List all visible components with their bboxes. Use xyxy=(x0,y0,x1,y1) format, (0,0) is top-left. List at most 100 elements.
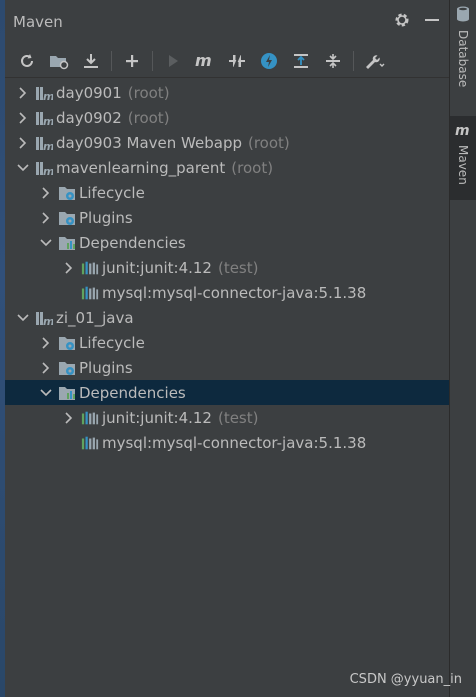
node-label: Dependencies xyxy=(79,233,186,252)
library-icon xyxy=(81,409,99,427)
chevron-right-icon[interactable] xyxy=(38,210,54,226)
toolbar-separator xyxy=(353,50,354,71)
maven-module-icon: m xyxy=(35,109,53,127)
node-label: Plugins xyxy=(79,358,133,377)
root-tag: (root) xyxy=(127,83,170,102)
project-name: day0903 Maven Webapp xyxy=(56,133,242,152)
svg-text:m: m xyxy=(43,115,53,127)
execute-goal-icon[interactable]: m xyxy=(191,47,219,75)
right-tool-stripe: Database m Maven xyxy=(450,0,476,697)
tree-row-lifecycle[interactable]: Lifecycle xyxy=(5,180,449,205)
toolbar-separator xyxy=(152,50,153,71)
tree-row-dependencies-selected[interactable]: Dependencies xyxy=(5,380,449,405)
project-name: day0902 xyxy=(56,108,122,127)
node-label: Lifecycle xyxy=(79,333,145,352)
tree-row-dependency[interactable]: mysql:mysql-connector-java:5.1.38 xyxy=(5,430,449,455)
toggle-offline-icon[interactable] xyxy=(223,47,251,75)
lifecycle-folder-icon xyxy=(58,334,76,352)
tab-database-label: Database xyxy=(456,30,470,88)
svg-text:m: m xyxy=(43,315,53,327)
node-label: Lifecycle xyxy=(79,183,145,202)
svg-text:m: m xyxy=(43,90,53,102)
svg-text:m: m xyxy=(43,165,53,177)
collapse-all-icon[interactable] xyxy=(319,47,347,75)
svg-text:m: m xyxy=(43,140,53,152)
download-icon[interactable] xyxy=(77,47,105,75)
gear-icon[interactable] xyxy=(393,11,411,33)
node-label: Plugins xyxy=(79,208,133,227)
tree-row-mavenlearning-parent[interactable]: m mavenlearning_parent (root) xyxy=(5,155,449,180)
chevron-right-icon[interactable] xyxy=(61,260,77,276)
panel-header: Maven xyxy=(5,0,449,44)
tree-row-lifecycle[interactable]: Lifecycle xyxy=(5,330,449,355)
maven-module-icon: m xyxy=(35,134,53,152)
library-icon xyxy=(81,259,99,277)
root-tag: (root) xyxy=(231,158,274,177)
tree-row-dependencies[interactable]: Dependencies xyxy=(5,230,449,255)
maven-tool-window: Maven m day0901 (root) day0902 (root) da… xyxy=(0,0,476,697)
svg-text:m: m xyxy=(455,123,470,137)
maven-icon: m xyxy=(455,122,471,141)
dependency-name: mysql:mysql-connector-java:5.1.38 xyxy=(102,433,367,452)
library-icon xyxy=(81,284,99,302)
tab-maven-label: Maven xyxy=(456,145,470,185)
maven-module-icon: m xyxy=(35,84,53,102)
chevron-right-icon[interactable] xyxy=(61,410,77,426)
chevron-down-icon[interactable] xyxy=(38,235,54,251)
panel-title: Maven xyxy=(13,13,63,31)
chevron-right-icon[interactable] xyxy=(38,360,54,376)
database-icon xyxy=(456,6,470,26)
wrench-icon[interactable] xyxy=(360,47,388,75)
scope-tag: (test) xyxy=(217,408,259,427)
add-icon[interactable] xyxy=(118,47,146,75)
node-label: Dependencies xyxy=(79,383,186,402)
maven-module-icon: m xyxy=(35,159,53,177)
run-icon[interactable] xyxy=(159,47,187,75)
maven-panel: Maven m day0901 (root) day0902 (root) da… xyxy=(5,0,450,697)
project-name: mavenlearning_parent xyxy=(56,158,226,177)
chevron-right-icon[interactable] xyxy=(15,135,31,151)
tree-row-plugins[interactable]: Plugins xyxy=(5,205,449,230)
tree-row-plugins[interactable]: Plugins xyxy=(5,355,449,380)
dependency-name: junit:junit:4.12 xyxy=(102,408,212,427)
chevron-down-icon[interactable] xyxy=(15,310,31,326)
plugins-folder-icon xyxy=(58,209,76,227)
plugins-folder-icon xyxy=(58,359,76,377)
tree-row-day0903[interactable]: m day0903 Maven Webapp (root) xyxy=(5,130,449,155)
chevron-right-icon[interactable] xyxy=(38,185,54,201)
tree-row-day0901[interactable]: m day0901 (root) xyxy=(5,80,449,105)
svg-text:m: m xyxy=(195,52,212,70)
chevron-right-icon[interactable] xyxy=(38,335,54,351)
watermark: CSDN @yyuan_in xyxy=(349,672,462,687)
project-name: day0901 xyxy=(56,83,122,102)
tab-database[interactable]: Database xyxy=(450,0,476,112)
chevron-down-icon[interactable] xyxy=(15,160,31,176)
tree-row-day0902[interactable]: m day0902 (root) xyxy=(5,105,449,130)
dependency-name: junit:junit:4.12 xyxy=(102,258,212,277)
tree-row-dependency[interactable]: mysql:mysql-connector-java:5.1.38 xyxy=(5,280,449,305)
maven-module-icon: m xyxy=(35,309,53,327)
toolbar-separator xyxy=(111,50,112,71)
maven-toolbar: m xyxy=(5,44,449,78)
minimize-icon[interactable] xyxy=(423,11,441,33)
tree-row-dependency[interactable]: junit:junit:4.12 (test) xyxy=(5,405,449,430)
tab-maven[interactable]: m Maven xyxy=(450,116,476,200)
library-icon xyxy=(81,434,99,452)
tree-row-dependency[interactable]: junit:junit:4.12 (test) xyxy=(5,255,449,280)
skip-tests-icon[interactable] xyxy=(255,47,283,75)
scope-tag: (test) xyxy=(217,258,259,277)
chevron-right-icon[interactable] xyxy=(15,110,31,126)
chevron-right-icon[interactable] xyxy=(15,85,31,101)
tree-row-zi-01-java[interactable]: m zi_01_java xyxy=(5,305,449,330)
lifecycle-folder-icon xyxy=(58,184,76,202)
add-maven-project-icon[interactable] xyxy=(45,47,73,75)
chevron-down-icon[interactable] xyxy=(38,385,54,401)
reload-icon[interactable] xyxy=(13,47,41,75)
dependencies-folder-icon xyxy=(58,384,76,402)
dependency-name: mysql:mysql-connector-java:5.1.38 xyxy=(102,283,367,302)
header-actions xyxy=(393,11,441,33)
show-dependencies-icon[interactable] xyxy=(287,47,315,75)
root-tag: (root) xyxy=(127,108,170,127)
maven-project-tree: m day0901 (root) m day0902 (root) xyxy=(5,78,449,455)
root-tag: (root) xyxy=(247,133,290,152)
